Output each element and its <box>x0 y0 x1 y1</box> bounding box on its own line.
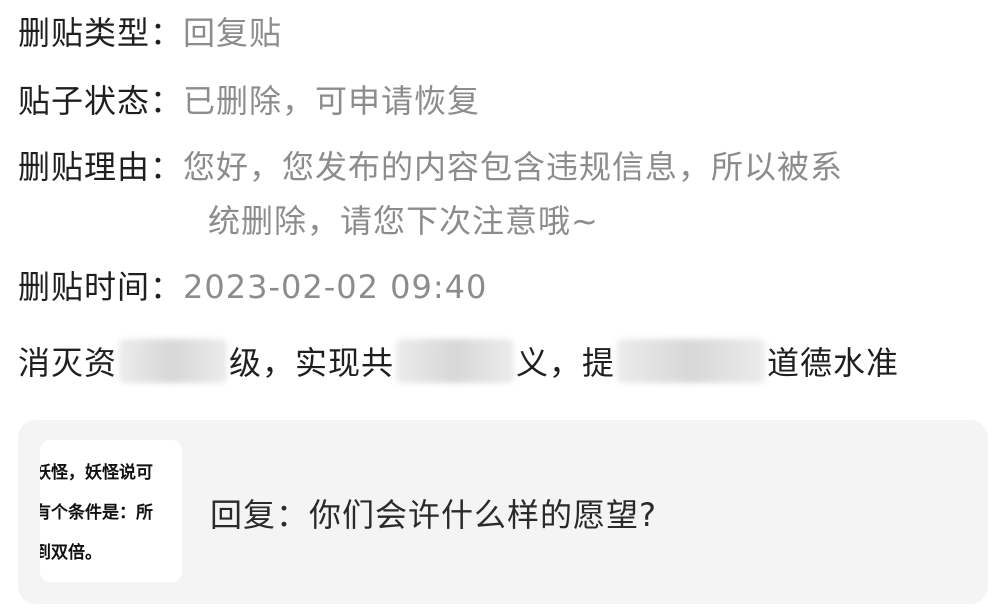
post-status-row: 贴子状态： 已删除，可申请恢复 <box>18 76 480 122</box>
delete-time-label: 删贴时间： <box>18 268 184 306</box>
reply-text: 回复：你们会许什么样的愿望? <box>210 496 657 534</box>
delete-reason-line1: 您好，您发布的内容包含违规信息，所以被系 <box>183 148 844 186</box>
delete-time-row: 删贴时间： 2023-02-02 09:40 <box>18 262 487 308</box>
thumbnail-text: 有个条件是：所 <box>40 503 153 523</box>
delete-reason-label: 删贴理由： <box>18 148 184 186</box>
delete-type-label: 删贴类型： <box>18 14 184 52</box>
post-text-segment: 道德水准 <box>767 344 900 382</box>
delete-time-value: 2023-02-02 09:40 <box>183 268 488 306</box>
post-status-value[interactable]: 已删除，可申请恢复 <box>183 76 480 122</box>
post-text-segment: 消灭资 <box>18 344 118 382</box>
post-text-segment: 级，实现共 <box>229 344 395 382</box>
deleted-post-content: 消灭资 级，实现共 义，提 道德水准 <box>18 338 899 384</box>
thumbnail-text: 妖怪，妖怪说可 <box>40 463 153 483</box>
thumbnail-text: 到双倍。 <box>40 543 102 563</box>
quoted-reply-card[interactable]: 妖怪，妖怪说可 有个条件是：所 到双倍。 回复：你们会许什么样的愿望? <box>18 420 988 604</box>
delete-type-row: 删贴类型： 回复贴 <box>18 8 282 54</box>
post-text-segment: 义，提 <box>516 344 616 382</box>
blurred-text <box>396 339 515 383</box>
post-status-label: 贴子状态： <box>18 82 184 120</box>
blurred-text <box>119 339 228 383</box>
delete-reason-line2: 统删除，请您下次注意哦~ <box>208 202 599 240</box>
delete-type-value: 回复贴 <box>183 14 283 52</box>
blurred-text <box>617 339 766 383</box>
delete-reason-row: 删贴理由： 您好，您发布的内容包含违规信息，所以被系 <box>18 142 843 188</box>
quoted-thumbnail[interactable]: 妖怪，妖怪说可 有个条件是：所 到双倍。 <box>40 440 182 582</box>
